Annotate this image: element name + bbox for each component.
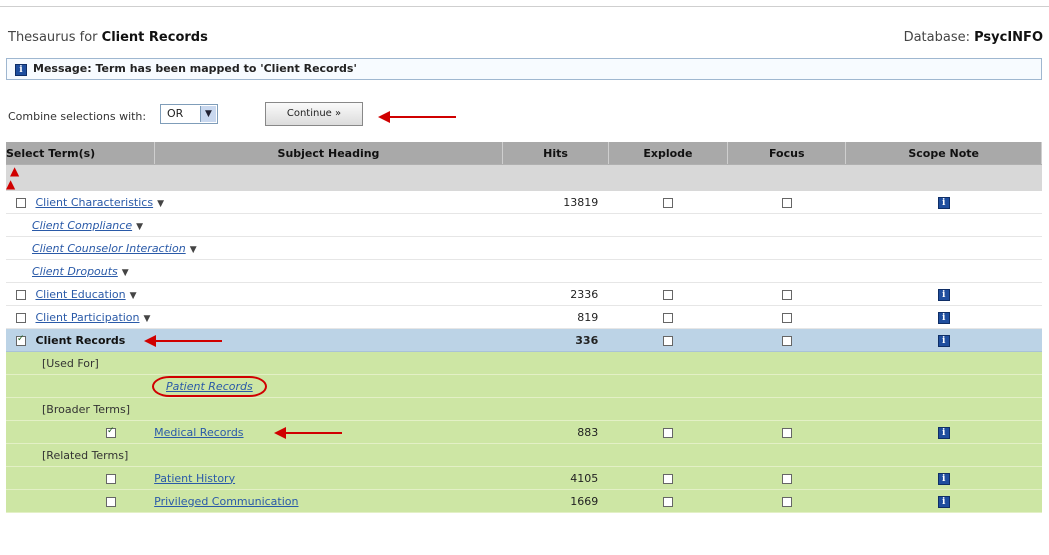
- select-checkbox[interactable]: [16, 197, 26, 208]
- expand-icon[interactable]: ▼: [130, 291, 137, 301]
- select-checkbox-checked[interactable]: [106, 426, 116, 438]
- expand-icon[interactable]: ▼: [190, 245, 197, 255]
- col-focus: Focus: [727, 142, 847, 165]
- message-text: Message: Term has been mapped to 'Client…: [33, 62, 357, 75]
- annotation-arrow: [274, 427, 343, 439]
- select-checkbox[interactable]: [16, 289, 26, 300]
- annotation-oval: Patient Records: [152, 375, 267, 397]
- term-link[interactable]: Client Characteristics: [36, 196, 154, 209]
- collapse-row: ▲ ▲: [6, 164, 1042, 191]
- focus-checkbox[interactable]: [781, 312, 792, 323]
- section-row-used-for: [Used For]: [6, 351, 1042, 375]
- hits-cell: 13819: [502, 191, 609, 214]
- thesaurus-table: Select Term(s) Subject Heading Hits Expl…: [6, 142, 1042, 513]
- term-link[interactable]: Client Counselor Interaction: [32, 242, 186, 255]
- explode-checkbox[interactable]: [662, 427, 673, 438]
- annotation-arrow: [144, 335, 222, 347]
- term-link[interactable]: Privileged Communication: [154, 495, 298, 508]
- explode-checkbox[interactable]: [662, 197, 673, 208]
- selected-term: Client Records: [35, 333, 126, 347]
- hits-cell: 883: [502, 420, 609, 444]
- expand-icon[interactable]: ▼: [122, 268, 129, 278]
- select-checkbox-checked[interactable]: [16, 334, 26, 346]
- section-row-broader: [Broader Terms]: [6, 397, 1042, 421]
- continue-button[interactable]: Continue »: [265, 102, 363, 126]
- scope-note-icon[interactable]: i: [937, 335, 950, 347]
- table-row: Client Characteristics ▼ 13819 i: [6, 191, 1042, 214]
- database-label: Database: PsycINFO: [903, 30, 1043, 45]
- table-header-row: Select Term(s) Subject Heading Hits Expl…: [6, 142, 1042, 165]
- scope-note-icon[interactable]: i: [937, 197, 950, 209]
- related-term-row: Privileged Communication 1669 i: [6, 489, 1042, 513]
- term-link[interactable]: Client Compliance: [32, 219, 132, 232]
- section-label: [Broader Terms]: [42, 402, 131, 416]
- hits-cell: 819: [502, 305, 609, 329]
- hits-cell: 1669: [502, 489, 609, 513]
- col-hits: Hits: [502, 142, 609, 165]
- focus-checkbox[interactable]: [781, 496, 792, 507]
- col-select: Select Term(s): [6, 142, 155, 165]
- table-row: Client Compliance ▼: [6, 213, 1042, 237]
- term-link[interactable]: Client Participation: [36, 311, 140, 324]
- term-link[interactable]: Medical Records: [154, 426, 243, 439]
- expand-icon[interactable]: ▼: [157, 199, 164, 209]
- combine-select-value: OR: [167, 107, 184, 120]
- focus-checkbox[interactable]: [781, 473, 792, 484]
- expand-icon[interactable]: ▼: [144, 314, 151, 324]
- explode-checkbox[interactable]: [662, 335, 673, 346]
- related-term-row: Patient History 4105 i: [6, 466, 1042, 490]
- info-icon: i: [15, 64, 27, 76]
- term-link[interactable]: Patient History: [154, 472, 235, 485]
- combine-label: Combine selections with:: [8, 110, 147, 123]
- select-checkbox[interactable]: [106, 473, 116, 484]
- page-title: Thesaurus for Client Records: [8, 30, 208, 45]
- col-subject-heading: Subject Heading: [154, 142, 504, 165]
- combine-select[interactable]: OR ▼: [160, 104, 218, 124]
- term-link[interactable]: Client Dropouts: [32, 265, 118, 278]
- chevron-down-icon[interactable]: ▼: [200, 106, 216, 122]
- table-row: Client Dropouts ▼: [6, 259, 1042, 283]
- top-border: [0, 0, 1049, 7]
- term-link[interactable]: Client Education: [36, 288, 126, 301]
- used-for-term[interactable]: Patient Records: [166, 380, 253, 393]
- expand-icon[interactable]: ▼: [136, 222, 143, 232]
- explode-checkbox[interactable]: [662, 312, 673, 323]
- scope-note-icon[interactable]: i: [937, 312, 950, 324]
- message-bar: i Message: Term has been mapped to 'Clie…: [6, 58, 1042, 80]
- table-row: Client Participation ▼ 819 i: [6, 305, 1042, 329]
- used-for-row: Patient Records: [6, 374, 1042, 398]
- collapse-up-icon[interactable]: ▲ ▲: [6, 164, 19, 191]
- section-label: [Used For]: [42, 356, 99, 370]
- hits-cell: 336: [502, 328, 609, 352]
- col-explode: Explode: [608, 142, 729, 165]
- selected-term-row: Client Records 336 i: [6, 328, 1042, 352]
- scope-note-icon[interactable]: i: [937, 289, 950, 301]
- table-row: Client Education ▼ 2336 i: [6, 282, 1042, 306]
- table-row: Client Counselor Interaction ▼: [6, 236, 1042, 260]
- hits-cell: 4105: [502, 466, 609, 490]
- section-label: [Related Terms]: [42, 448, 129, 462]
- focus-checkbox[interactable]: [781, 289, 792, 300]
- section-row-related: [Related Terms]: [6, 443, 1042, 467]
- annotation-arrow: [378, 111, 456, 123]
- select-checkbox[interactable]: [106, 496, 116, 507]
- select-checkbox[interactable]: [16, 312, 26, 323]
- scope-note-icon[interactable]: i: [937, 496, 950, 508]
- focus-checkbox[interactable]: [781, 197, 792, 208]
- focus-checkbox[interactable]: [781, 427, 792, 438]
- col-scope-note: Scope Note: [845, 142, 1042, 165]
- explode-checkbox[interactable]: [662, 496, 673, 507]
- broader-term-row: Medical Records 883 i: [6, 420, 1042, 444]
- focus-checkbox[interactable]: [781, 335, 792, 346]
- hits-cell: 2336: [502, 282, 609, 306]
- explode-checkbox[interactable]: [662, 289, 673, 300]
- scope-note-icon[interactable]: i: [937, 473, 950, 485]
- explode-checkbox[interactable]: [662, 473, 673, 484]
- scope-note-icon[interactable]: i: [937, 427, 950, 439]
